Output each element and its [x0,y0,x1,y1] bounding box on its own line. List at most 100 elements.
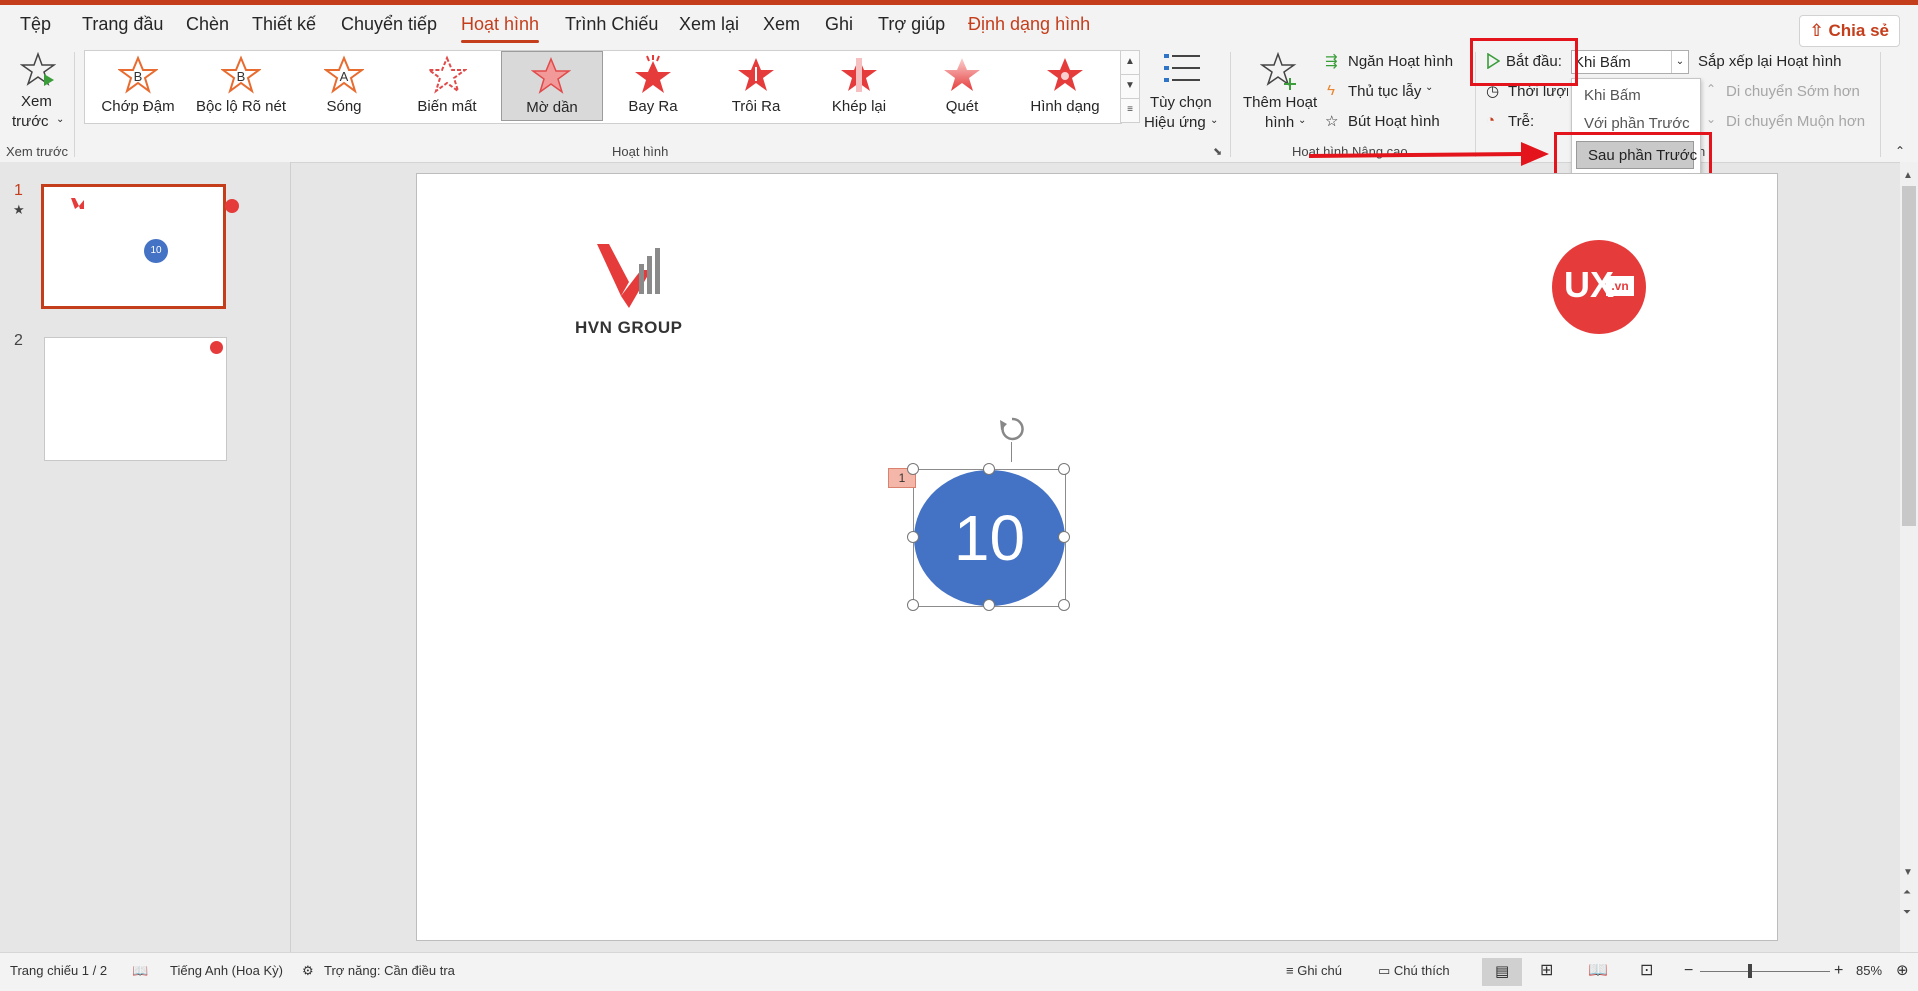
share-button[interactable]: ⇧ Chia sẻ [1798,15,1900,47]
resize-handle-n[interactable] [983,463,995,475]
animation-disappear[interactable]: Biến mất [398,51,496,121]
dropdown-option-on-click[interactable]: Khi Bấm [1584,87,1641,104]
gallery-more-icon[interactable]: ≡ [1120,98,1140,123]
animation-split[interactable]: Khép lại [810,51,908,121]
status-bar: Trang chiếu 1 / 2 📖 Tiếng Anh (Hoa Kỳ) ⚙… [0,952,1918,991]
comment-icon: ▭ [1378,963,1391,978]
thumb-ux-logo-icon [210,341,223,354]
animation-reveal[interactable]: B Bộc lộ Rõ nét [192,51,290,121]
tab-file[interactable]: Tệp [20,5,51,47]
animation-dialog-launcher-icon[interactable]: ⬊ [1213,145,1222,158]
thumb-ux-logo-icon [225,199,239,213]
gallery-scroll-up-icon[interactable]: ▲ [1120,50,1140,75]
resize-handle-nw[interactable] [907,463,919,475]
language-status[interactable]: Tiếng Anh (Hoa Kỳ) [170,953,283,991]
tab-record[interactable]: Ghi [825,5,853,47]
tab-transitions[interactable]: Chuyển tiếp [341,5,437,47]
slide-sorter-view-icon[interactable]: ⊞ [1540,953,1553,991]
tab-animations[interactable]: Hoạt hình [461,5,540,47]
vertical-scrollbar[interactable]: ▲ ▼ ⏶ ⏷ [1900,162,1918,952]
slide-thumbnail-1[interactable]: 10 [41,184,239,309]
hvn-group-logo-text: HVN GROUP [575,318,683,337]
group-label-preview: Xem trước [6,144,69,159]
accessibility-status[interactable]: Trợ năng: Cần điều tra [324,953,455,991]
svg-text:A: A [340,69,349,84]
tab-slideshow[interactable]: Trình Chiếu [565,5,658,47]
effect-options-chevron-icon: ⌄ [1210,115,1219,126]
trigger-button[interactable]: ϟ Thủ tục lẫy ⌄ [1325,82,1465,104]
next-slide-icon[interactable]: ⏷ [1903,907,1911,918]
resize-handle-s[interactable] [983,599,995,611]
animation-indicator-star-icon: ★ [13,202,25,217]
tab-shape-format[interactable]: Định dạng hình [968,5,1090,47]
resize-handle-ne[interactable] [1058,463,1070,475]
trigger-chevron-icon: ⌄ [1425,82,1434,93]
slideshow-view-icon[interactable]: ⊡ [1640,953,1653,991]
animation-painter-button[interactable]: ☆ Bút Hoạt hình [1325,112,1465,134]
animation-flash[interactable]: B Chớp Đậm [89,51,187,121]
animation-float-out[interactable]: Trôi Ra [707,51,805,121]
notes-button[interactable]: ≡ Ghi chú [1286,953,1342,991]
scroll-thumb[interactable] [1902,186,1916,526]
tab-view[interactable]: Xem [763,5,800,47]
preview-chevron-icon: ⌄ [56,114,65,125]
comments-button[interactable]: ▭ Chú thích [1378,953,1450,991]
flash-star-icon: B [118,55,158,94]
delay-label: ◔ Trễ: [1486,112,1535,130]
zoom-level[interactable]: 85% [1856,953,1882,991]
move-earlier-button[interactable]: ⌃ Di chuyển Sớm hơn [1706,82,1886,104]
share-icon: ⇧ [1809,21,1824,40]
zoom-in-icon[interactable]: + [1834,953,1843,991]
start-select-chevron-icon[interactable]: ⌄ [1671,51,1688,73]
move-later-button[interactable]: ⌄ Di chuyển Muộn hơn [1706,112,1886,134]
animation-wipe[interactable]: Quét [913,51,1011,121]
start-select[interactable]: Khi Bấm ⌄ [1571,50,1689,74]
svg-text:B: B [237,69,246,84]
tab-insert[interactable]: Chèn [186,5,229,47]
disappear-star-icon [427,55,467,94]
wipe-star-icon [944,58,980,91]
normal-view-icon: ▤ [1495,963,1510,980]
collapse-ribbon-icon[interactable]: ⌃ [1895,144,1905,158]
scroll-up-icon[interactable]: ▲ [1903,170,1913,181]
tab-help[interactable]: Trợ giúp [878,5,945,47]
animation-wave[interactable]: A Sóng [295,51,393,121]
animation-fade[interactable]: Mờ dần [501,51,603,121]
delay-clock-icon: ◔ [1486,112,1496,129]
slide-thumbnail-2[interactable] [44,337,227,461]
slide-canvas[interactable]: HVN GROUP UX .vn 10 1 [416,173,1778,941]
preview-button[interactable]: Xem trước ⌄ [8,50,68,140]
resize-handle-se[interactable] [1058,599,1070,611]
resize-handle-e[interactable] [1058,531,1070,543]
resize-handle-sw[interactable] [907,599,919,611]
tab-home[interactable]: Trang đầu [82,5,163,47]
rotate-handle-icon[interactable] [997,414,1027,444]
fly-out-star-icon [635,55,671,93]
zoom-slider-track[interactable] [1700,971,1830,972]
effect-options-list-icon [1164,54,1200,82]
animation-shape[interactable]: Hình dạng [1016,51,1114,121]
previous-slide-icon[interactable]: ⏶ [1903,887,1911,898]
spell-check-icon[interactable]: 📖 [132,953,148,991]
preview-star-icon [20,52,56,86]
scroll-down-icon[interactable]: ▼ [1903,867,1913,878]
fit-slide-icon[interactable]: ⊕ [1896,953,1909,991]
animation-fly-out[interactable]: Bay Ra [604,51,702,121]
tab-design[interactable]: Thiết kế [252,5,316,47]
lightning-icon: ϟ [1327,82,1335,99]
normal-view-button[interactable]: ▤ [1482,958,1522,986]
dropdown-option-with-previous[interactable]: Với phần Trước [1584,115,1690,132]
group-divider [1230,52,1231,157]
thumb-circle: 10 [144,239,168,263]
zoom-slider-thumb[interactable] [1748,964,1752,978]
reading-view-icon[interactable]: 📖 [1588,953,1608,991]
effect-options-button[interactable]: Tùy chọn Hiệu ứng ⌄ [1140,50,1220,140]
group-label-animation: Hoạt hình [612,144,669,159]
tab-review[interactable]: Xem lại [679,5,739,47]
slide-number-2: 2 [14,332,23,349]
resize-handle-w[interactable] [907,531,919,543]
gallery-scroll-down-icon[interactable]: ▼ [1120,74,1140,99]
number-circle-shape[interactable]: 10 [914,470,1065,606]
zoom-out-icon[interactable]: − [1684,953,1693,991]
add-animation-button[interactable]: Thêm Hoạt hình ⌄ [1240,50,1322,140]
